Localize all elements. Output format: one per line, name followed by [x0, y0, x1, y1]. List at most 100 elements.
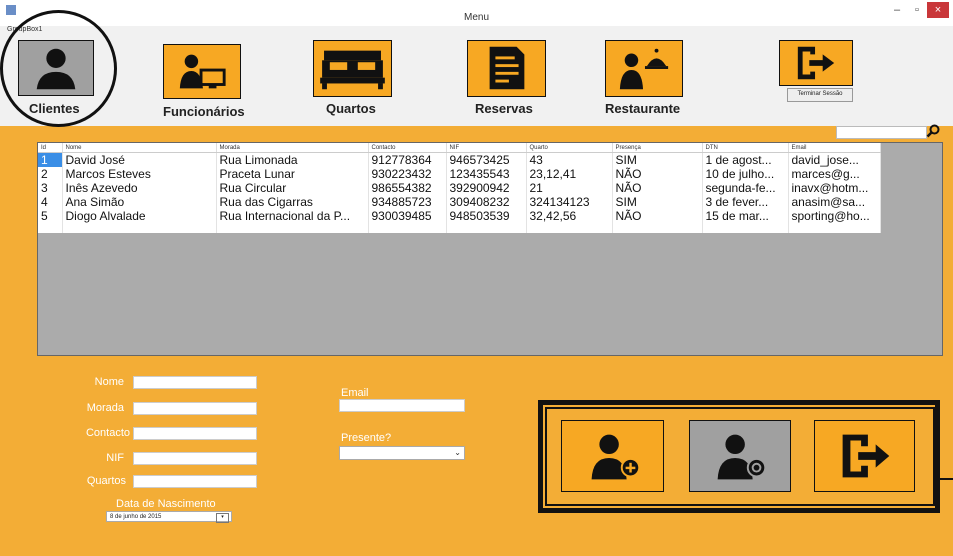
- chevron-down-icon: ⌄: [454, 448, 461, 457]
- table-cell[interactable]: 4: [38, 195, 63, 209]
- email-label: Email: [341, 387, 369, 399]
- close-button[interactable]: ×: [927, 2, 949, 18]
- exit-door-icon[interactable]: [779, 40, 853, 86]
- calendar-icon[interactable]: ▾: [216, 513, 229, 523]
- table-cell[interactable]: Praceta Lunar: [216, 167, 369, 181]
- document-icon: [467, 40, 546, 97]
- view-client-button[interactable]: [689, 420, 791, 492]
- title-bar: Menu – ▫ ×: [0, 0, 953, 27]
- minimize-button[interactable]: –: [887, 2, 907, 18]
- bed-icon: [313, 40, 392, 97]
- table-row[interactable]: 4 Ana Simão Rua das Cigarras 934885723 3…: [38, 195, 881, 209]
- email-field[interactable]: [339, 399, 465, 412]
- column-header[interactable]: Morada: [216, 143, 369, 153]
- selection-circle: [0, 10, 117, 127]
- table-cell[interactable]: 934885723: [368, 195, 447, 209]
- table-cell[interactable]: Marcos Esteves: [62, 167, 217, 181]
- presente-select[interactable]: ⌄: [339, 446, 465, 460]
- table-cell[interactable]: 912778364: [368, 152, 447, 167]
- table-cell[interactable]: david_jose...: [788, 152, 881, 167]
- table-cell[interactable]: Rua Circular: [216, 181, 369, 195]
- dob-label: Data de Nascimento: [116, 498, 216, 510]
- column-header[interactable]: Nome: [62, 143, 217, 153]
- table-cell[interactable]: 123435543: [446, 167, 527, 181]
- table-cell[interactable]: segunda-fe...: [702, 181, 789, 195]
- table-cell[interactable]: 23,12,41: [526, 167, 613, 181]
- quartos-label: Quartos: [86, 475, 126, 487]
- nav-restaurante-label: Restaurante: [605, 101, 681, 116]
- table-cell[interactable]: SIM: [612, 152, 703, 167]
- exit-button[interactable]: [814, 420, 915, 492]
- table-cell[interactable]: 32,42,56: [526, 209, 613, 223]
- table-cell[interactable]: 392900942: [446, 181, 527, 195]
- table-cell[interactable]: NÃO: [612, 167, 703, 181]
- column-header[interactable]: DTN: [702, 143, 789, 153]
- table-cell[interactable]: inavx@hotm...: [788, 181, 881, 195]
- table-cell[interactable]: Rua das Cigarras: [216, 195, 369, 209]
- table-cell[interactable]: anasim@sa...: [788, 195, 881, 209]
- search-user-icon: [717, 434, 767, 480]
- nav-funcionarios-label: Funcionários: [163, 104, 245, 119]
- table-cell[interactable]: Ana Simão: [62, 195, 217, 209]
- dob-datepicker[interactable]: 8 de junho de 2015 ▾: [106, 511, 232, 523]
- window-title: Menu: [463, 12, 489, 23]
- table-cell[interactable]: 3: [38, 181, 63, 195]
- add-client-button[interactable]: [561, 420, 664, 492]
- exit-door-icon: [842, 434, 890, 478]
- table-cell[interactable]: 1 de agost...: [702, 152, 789, 167]
- table-cell[interactable]: 21: [526, 181, 613, 195]
- table-row[interactable]: 2 Marcos Esteves Praceta Lunar 930223432…: [38, 167, 881, 181]
- table-cell[interactable]: 3 de fever...: [702, 195, 789, 209]
- column-header[interactable]: NIF: [446, 143, 527, 153]
- column-header[interactable]: Contacto: [368, 143, 447, 153]
- table-cell[interactable]: 986554382: [368, 181, 447, 195]
- morada-field[interactable]: [133, 402, 257, 415]
- contacto-label: Contacto: [85, 427, 130, 439]
- column-header[interactable]: Presença: [612, 143, 703, 153]
- column-header[interactable]: Id: [38, 143, 63, 153]
- table-cell[interactable]: 10 de julho...: [702, 167, 789, 181]
- table-row[interactable]: 5 Diogo Alvalade Rua Internacional da P.…: [38, 209, 881, 223]
- maximize-button[interactable]: ▫: [907, 2, 927, 18]
- column-header[interactable]: Quarto: [526, 143, 613, 153]
- table-cell[interactable]: 309408232: [446, 195, 527, 209]
- nav-quartos-label: Quartos: [326, 101, 376, 116]
- table-cell[interactable]: 948503539: [446, 209, 527, 223]
- table-cell[interactable]: SIM: [612, 195, 703, 209]
- table-cell[interactable]: David José: [62, 152, 217, 167]
- contacto-field[interactable]: [133, 427, 257, 440]
- waiter-cloche-icon: [605, 40, 683, 97]
- clients-table: Id Nome Morada Contacto NIF Quarto Prese…: [38, 143, 881, 233]
- quartos-field[interactable]: [133, 475, 257, 488]
- nif-field[interactable]: [133, 452, 257, 465]
- table-cell[interactable]: 1: [38, 152, 63, 167]
- table-cell[interactable]: Rua Limonada: [216, 152, 369, 167]
- magnifier-icon[interactable]: [926, 124, 940, 138]
- add-user-icon: [591, 434, 641, 480]
- table-cell[interactable]: Diogo Alvalade: [62, 209, 217, 223]
- logout-button[interactable]: Terminar Sessão: [787, 88, 853, 102]
- table-cell[interactable]: 2: [38, 167, 63, 181]
- table-cell[interactable]: 946573425: [446, 152, 527, 167]
- new-row[interactable]: [38, 223, 881, 233]
- table-cell[interactable]: 324134123: [526, 195, 613, 209]
- table-row[interactable]: 1 David José Rua Limonada 912778364 9465…: [38, 152, 881, 167]
- table-cell[interactable]: 15 de mar...: [702, 209, 789, 223]
- nif-label: NIF: [106, 452, 124, 464]
- table-cell[interactable]: NÃO: [612, 209, 703, 223]
- employee-computer-icon: [163, 44, 241, 99]
- search-input[interactable]: [836, 126, 927, 139]
- clients-grid[interactable]: Id Nome Morada Contacto NIF Quarto Prese…: [37, 142, 943, 356]
- column-header[interactable]: Email: [788, 143, 881, 153]
- table-cell[interactable]: 5: [38, 209, 63, 223]
- table-cell[interactable]: marces@g...: [788, 167, 881, 181]
- table-cell[interactable]: Rua Internacional da P...: [216, 209, 369, 223]
- table-cell[interactable]: 930039485: [368, 209, 447, 223]
- table-row[interactable]: 3 Inês Azevedo Rua Circular 986554382 39…: [38, 181, 881, 195]
- table-cell[interactable]: 930223432: [368, 167, 447, 181]
- table-cell[interactable]: NÃO: [612, 181, 703, 195]
- table-cell[interactable]: Inês Azevedo: [62, 181, 217, 195]
- nome-field[interactable]: [133, 376, 257, 389]
- table-cell[interactable]: 43: [526, 152, 613, 167]
- table-cell[interactable]: sporting@ho...: [788, 209, 881, 223]
